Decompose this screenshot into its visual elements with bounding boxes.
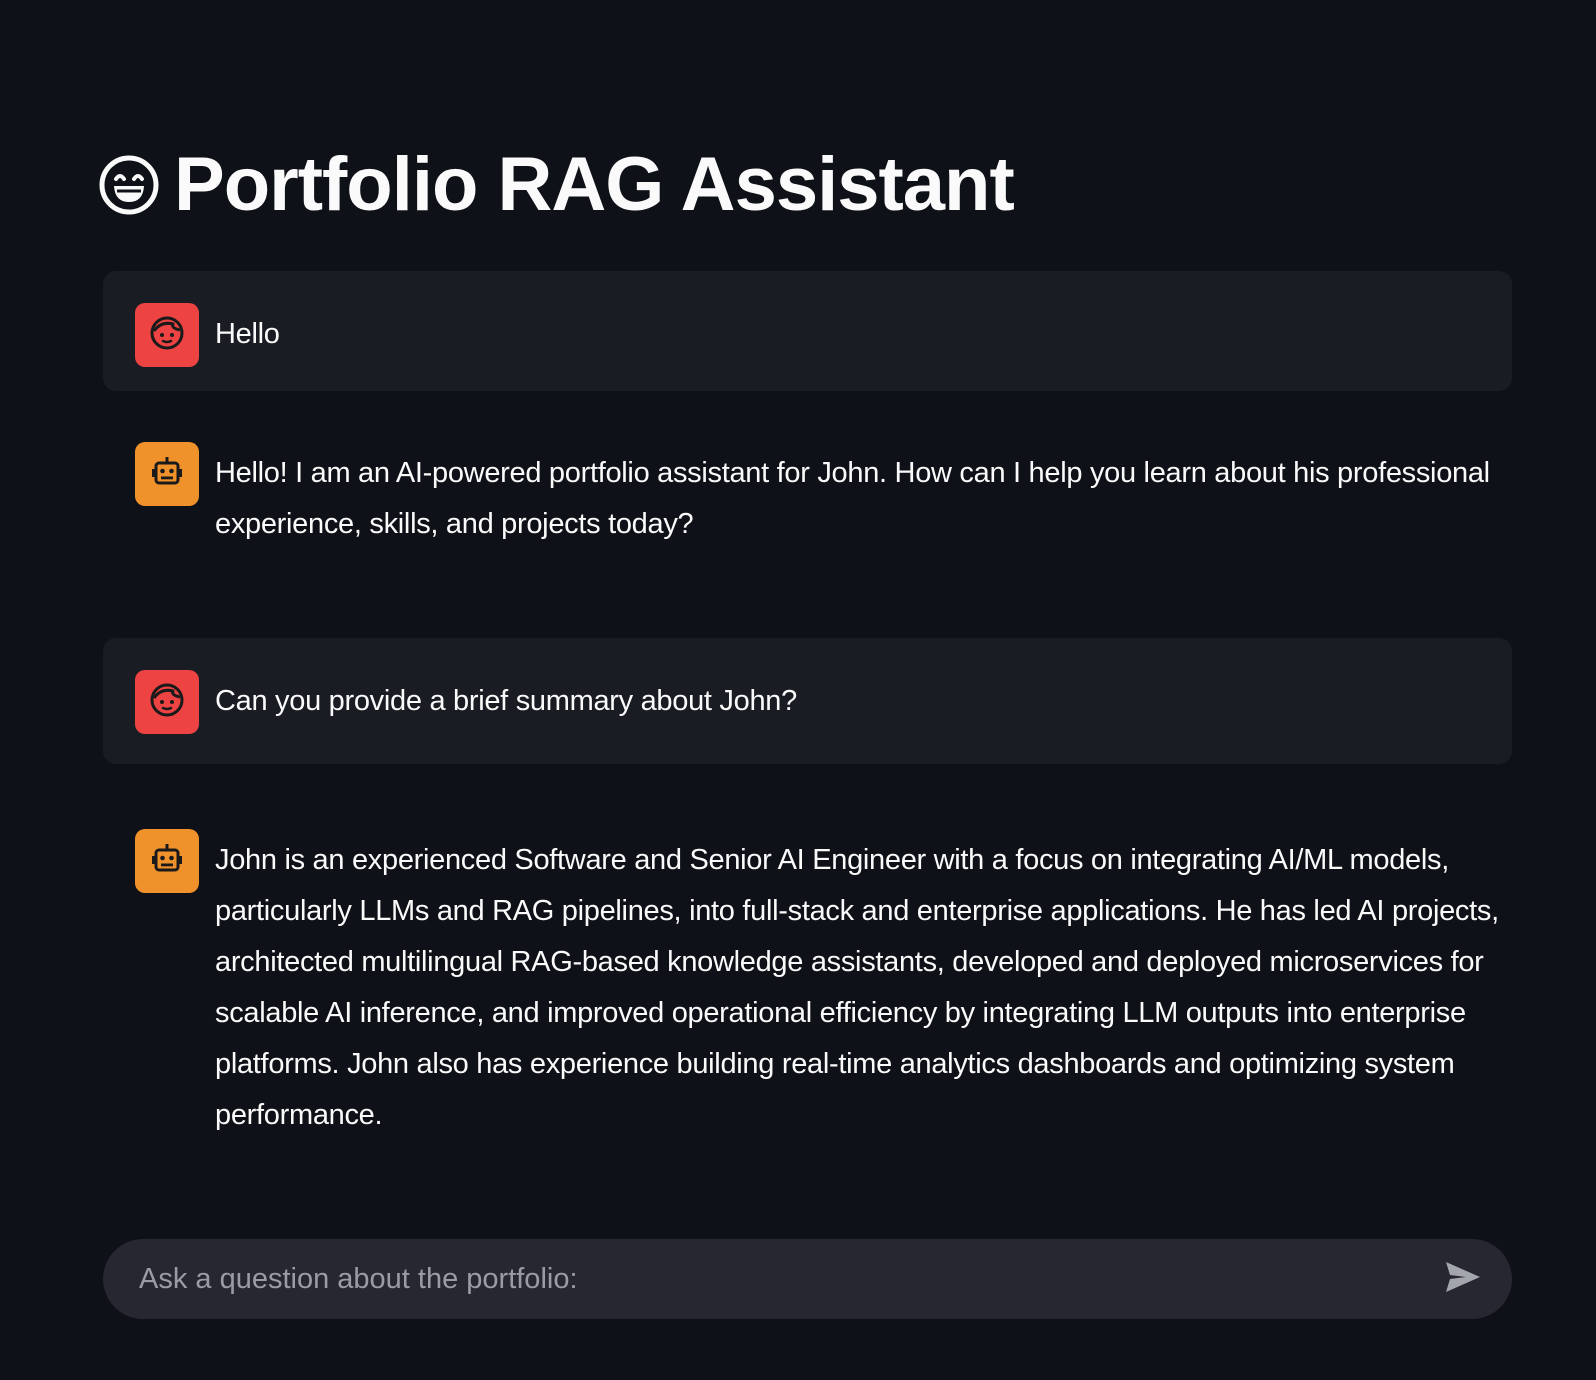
robot-icon [149, 454, 185, 495]
send-button[interactable] [1438, 1254, 1488, 1304]
message-text: John is an experienced Software and Seni… [215, 844, 1499, 1131]
user-face-icon [149, 682, 185, 723]
assistant-avatar [135, 829, 199, 893]
app-page: Portfolio RAG Assistant Hello Hello! I a… [0, 0, 1596, 1380]
chat-messages: Hello Hello! I am an AI-powered portfoli… [103, 271, 1512, 1171]
user-avatar [135, 303, 199, 367]
message-text: Can you provide a brief summary about Jo… [215, 685, 797, 717]
chat-message-user: Can you provide a brief summary about Jo… [103, 638, 1512, 764]
page-header: Portfolio RAG Assistant [98, 140, 1015, 230]
message-text: Hello [215, 318, 280, 350]
assistant-avatar [135, 442, 199, 506]
chat-message-assistant: Hello! I am an AI-powered portfolio assi… [103, 424, 1512, 594]
grinning-face-icon [98, 154, 160, 216]
user-avatar [135, 670, 199, 734]
page-title: Portfolio RAG Assistant [174, 142, 1015, 227]
send-icon [1444, 1260, 1482, 1299]
chat-message-user: Hello [103, 271, 1512, 391]
robot-icon [149, 841, 185, 882]
message-text: Hello! I am an AI-powered portfolio assi… [215, 457, 1490, 540]
chat-message-assistant: John is an experienced Software and Seni… [103, 797, 1512, 1171]
user-face-icon [149, 315, 185, 356]
chat-input-container [103, 1239, 1512, 1319]
chat-input[interactable] [137, 1261, 1438, 1297]
